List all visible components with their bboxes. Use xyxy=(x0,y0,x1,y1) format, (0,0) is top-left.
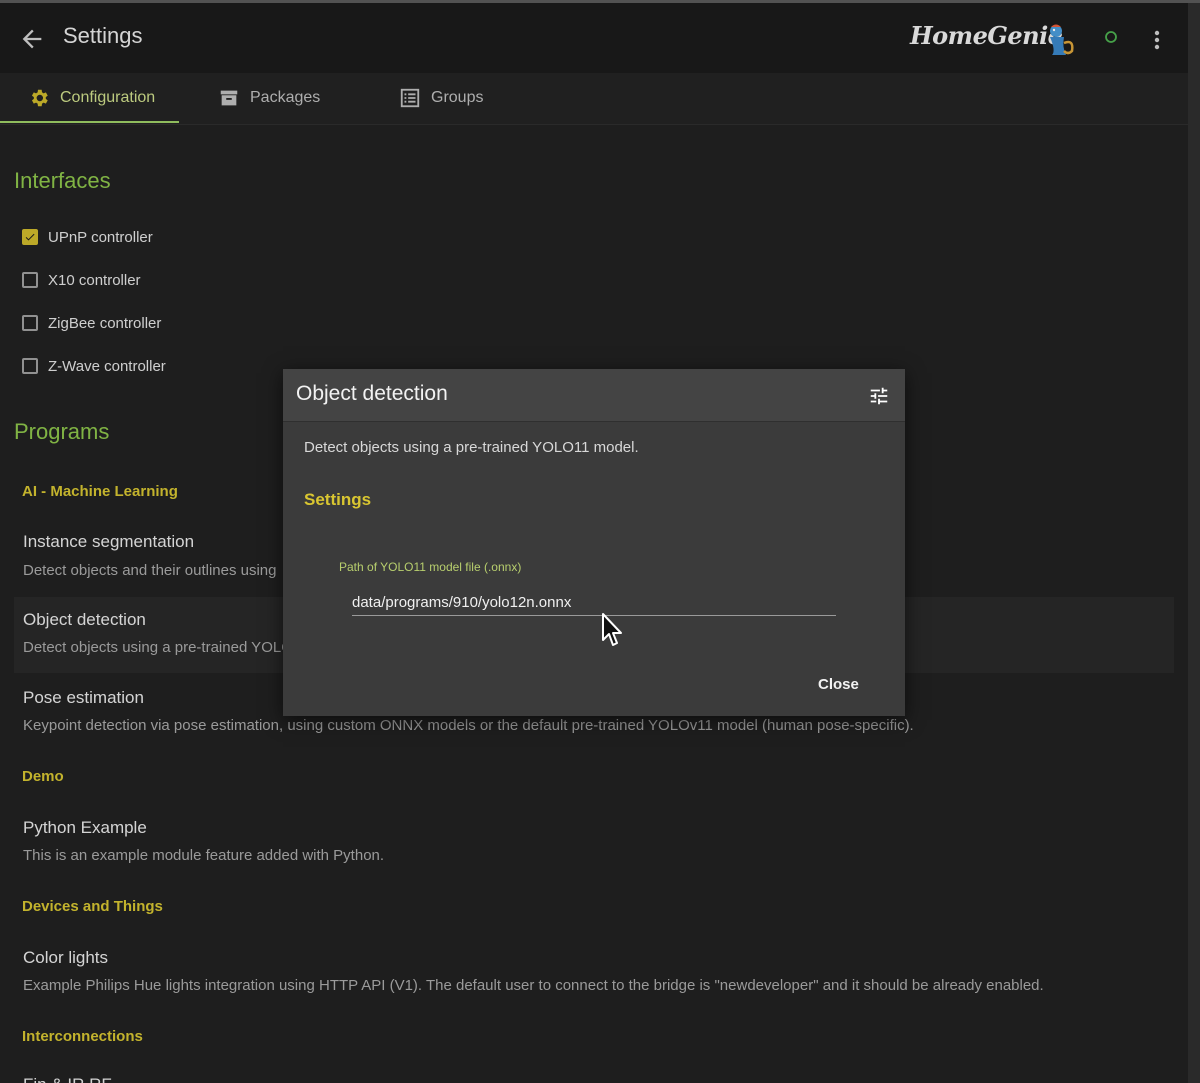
tune-icon[interactable] xyxy=(868,385,890,407)
page-scrollbar[interactable] xyxy=(1188,3,1200,1083)
model-path-label: Path of YOLO11 model file (.onnx) xyxy=(339,560,522,574)
mouse-cursor-icon xyxy=(602,613,622,646)
dialog-description: Detect objects using a pre-trained YOLO1… xyxy=(304,439,639,456)
close-button[interactable]: Close xyxy=(818,676,859,693)
dialog-settings-heading: Settings xyxy=(304,490,372,509)
dialog-header: Object detection xyxy=(283,369,905,422)
model-path-input[interactable] xyxy=(352,589,836,616)
dialog-title: Object detection xyxy=(296,382,448,405)
object-detection-dialog: Object detection Detect objects using a … xyxy=(283,369,905,716)
